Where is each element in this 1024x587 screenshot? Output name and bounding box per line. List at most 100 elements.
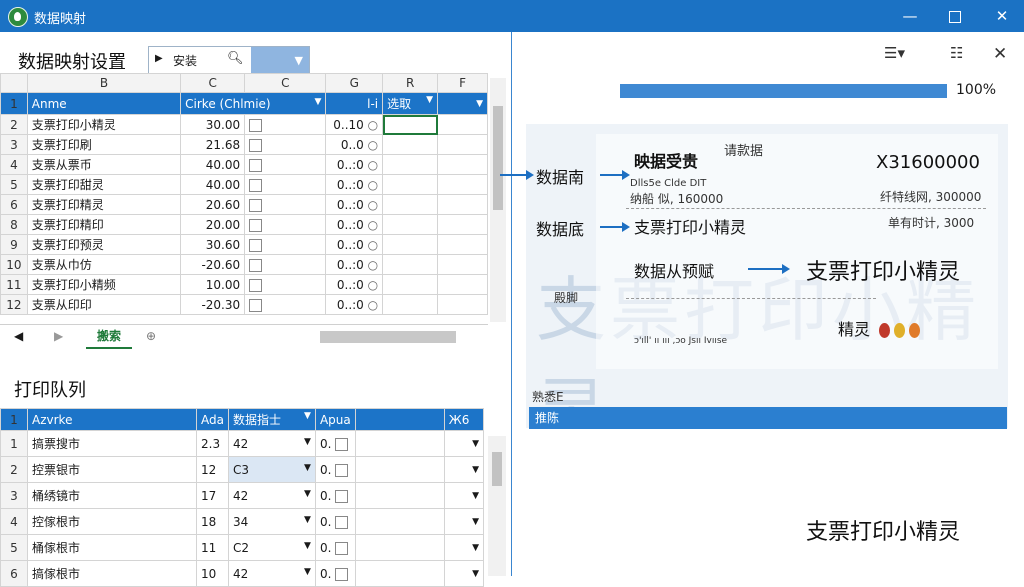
table-row[interactable]: 3 桶绣镜市 17 42 ▼ 0. ▼: [0, 482, 485, 509]
chevron-down-icon[interactable]: ▼: [472, 543, 479, 553]
filter-icon[interactable]: ▼: [315, 97, 322, 107]
value-cell[interactable]: -20.30: [180, 294, 246, 315]
table-row[interactable]: 2 支票打印小精灵 30.00 0..10 ○: [0, 114, 488, 135]
queue-c-cell[interactable]: 0.: [314, 534, 356, 561]
g-cell[interactable]: 0..:0 ○: [325, 294, 384, 315]
queue-b-cell[interactable]: 42 ▼: [227, 430, 316, 457]
queue-d-cell[interactable]: [354, 560, 445, 587]
name-cell[interactable]: 支票打印小精灵: [26, 114, 182, 135]
checkbox-cell[interactable]: [244, 174, 327, 195]
queue-b-cell[interactable]: 34 ▼: [227, 508, 316, 535]
checkbox[interactable]: [249, 238, 263, 252]
queue-e-cell[interactable]: ▼: [443, 560, 485, 587]
header-value[interactable]: Cirke (Chlmie) ▼: [180, 92, 327, 115]
queue-header-b[interactable]: 数据指士 ▼: [227, 408, 316, 431]
select-cell[interactable]: [382, 154, 439, 175]
filter-icon[interactable]: ▼: [426, 95, 433, 105]
header-name[interactable]: Anme: [26, 92, 182, 115]
queue-c-cell[interactable]: 0.: [314, 482, 356, 509]
queue-grid[interactable]: 1 Azvrke Ada 数据指士 ▼ Apua Ж6 1 搞票搜市 2.3 42 ▼ 0.…: [0, 408, 485, 587]
checkbox-cell[interactable]: [244, 134, 327, 155]
mapping-grid[interactable]: B C C G R F 1 Anme Cirke (Chlmie) ▼ l-i 选…: [0, 73, 488, 315]
select-cell[interactable]: [382, 134, 439, 155]
checkbox-cell[interactable]: [244, 234, 327, 255]
queue-a-cell[interactable]: 11: [196, 534, 229, 561]
name-cell[interactable]: 支票打印精印: [26, 214, 182, 235]
queue-b-cell[interactable]: C3 ▼: [227, 456, 316, 483]
name-cell[interactable]: 支票从票币: [26, 154, 182, 175]
checkbox[interactable]: [335, 463, 349, 477]
col-letter[interactable]: G: [325, 73, 384, 93]
minimize-button[interactable]: —: [895, 4, 925, 28]
f-cell[interactable]: [437, 154, 488, 175]
queue-c-cell[interactable]: 0.: [314, 508, 356, 535]
chevron-down-icon[interactable]: ▼: [304, 463, 311, 473]
value-cell[interactable]: -20.60: [180, 254, 246, 275]
g-cell[interactable]: 0..:0 ○: [325, 274, 384, 295]
chevron-down-icon[interactable]: ▼: [472, 465, 479, 475]
queue-e-cell[interactable]: ▼: [443, 456, 485, 483]
name-cell[interactable]: 支票从巾仿: [26, 254, 182, 275]
select-cell[interactable]: [382, 234, 439, 255]
queue-header-name[interactable]: Azvrke: [27, 408, 197, 431]
checkbox[interactable]: [335, 515, 349, 529]
select-cell[interactable]: [382, 274, 439, 295]
add-sheet-icon[interactable]: ⊕: [146, 329, 156, 343]
queue-name-cell[interactable]: 搞票搜市: [27, 430, 197, 457]
value-cell[interactable]: 40.00: [180, 174, 246, 195]
checkbox[interactable]: [249, 298, 263, 312]
select-cell[interactable]: [382, 214, 439, 235]
mapping-combo[interactable]: ▶ 安装 🔍︎ ▼: [148, 46, 310, 75]
scroll-thumb[interactable]: [493, 106, 503, 210]
value-cell[interactable]: 20.60: [180, 194, 246, 215]
queue-d-cell[interactable]: [354, 456, 445, 483]
queue-b-cell[interactable]: 42 ▼: [227, 560, 316, 587]
table-row[interactable]: 12 支票从印印 -20.30 0..:0 ○: [0, 294, 488, 315]
f-cell[interactable]: [437, 174, 488, 195]
value-cell[interactable]: 20.00: [180, 214, 246, 235]
col-letter[interactable]: F: [437, 73, 488, 93]
select-cell[interactable]: [382, 194, 439, 215]
select-cell[interactable]: [382, 254, 439, 275]
hscroll-thumb[interactable]: [320, 331, 456, 343]
filter-icon[interactable]: ▼: [304, 411, 311, 421]
list-icon[interactable]: ☷: [950, 44, 963, 62]
queue-a-cell[interactable]: 18: [196, 508, 229, 535]
checkbox[interactable]: [249, 198, 263, 212]
g-cell[interactable]: 0..:0 ○: [325, 174, 384, 195]
select-cell[interactable]: [382, 174, 439, 195]
table-row[interactable]: 8 支票打印精印 20.00 0..:0 ○: [0, 214, 488, 235]
checkbox-cell[interactable]: [244, 294, 327, 315]
name-cell[interactable]: 支票从印印: [26, 294, 182, 315]
select-cell[interactable]: [382, 114, 439, 135]
checkbox-cell[interactable]: [244, 194, 327, 215]
g-cell[interactable]: 0..:0 ○: [325, 254, 384, 275]
queue-e-cell[interactable]: ▼: [443, 534, 485, 561]
queue-d-cell[interactable]: [354, 482, 445, 509]
f-cell[interactable]: [437, 254, 488, 275]
value-cell[interactable]: 40.00: [180, 154, 246, 175]
queue-e-cell[interactable]: ▼: [443, 430, 485, 457]
queue-a-cell[interactable]: 12: [196, 456, 229, 483]
checkbox[interactable]: [249, 178, 263, 192]
col-letter[interactable]: C: [244, 73, 327, 93]
chevron-down-icon[interactable]: ▼: [472, 439, 479, 449]
name-cell[interactable]: 支票打印甜灵: [26, 174, 182, 195]
scroll-thumb[interactable]: [492, 452, 502, 486]
queue-header-e[interactable]: Ж6: [443, 408, 485, 431]
name-cell[interactable]: 支票打印预灵: [26, 234, 182, 255]
queue-d-cell[interactable]: [354, 534, 445, 561]
f-cell[interactable]: [437, 194, 488, 215]
g-cell[interactable]: 0..:0 ○: [325, 154, 384, 175]
queue-name-cell[interactable]: 桶绣镜市: [27, 482, 197, 509]
next-sheet-icon[interactable]: ▶: [54, 329, 63, 343]
checkbox-cell[interactable]: [244, 154, 327, 175]
chevron-down-icon[interactable]: ▼: [472, 491, 479, 501]
checkbox[interactable]: [249, 218, 263, 232]
queue-c-cell[interactable]: 0.: [314, 430, 356, 457]
queue-b-cell[interactable]: C2 ▼: [227, 534, 316, 561]
chevron-down-icon[interactable]: ▼: [304, 541, 311, 551]
f-cell[interactable]: [437, 294, 488, 315]
col-letter[interactable]: B: [26, 73, 182, 93]
close-button[interactable]: ✕: [987, 4, 1017, 28]
